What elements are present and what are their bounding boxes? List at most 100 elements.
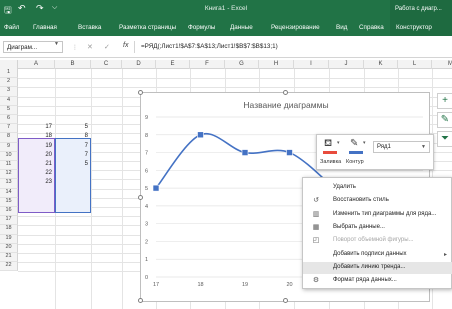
cell-a7[interactable]: 17: [18, 124, 55, 133]
tab-view[interactable]: Вид: [336, 24, 347, 31]
row-header[interactable]: 22: [0, 262, 18, 272]
row-header[interactable]: 8: [0, 133, 18, 143]
tab-data[interactable]: Данные: [230, 24, 253, 31]
column-header-l[interactable]: L: [398, 60, 432, 69]
title-bar: 🖫 ↶ ↷ ⌵ Книга1 - Excel Работа с диагр...: [0, 0, 452, 20]
column-header-j[interactable]: J: [329, 60, 364, 69]
cell-a8[interactable]: 18: [18, 133, 55, 142]
chart-elements-plus-icon[interactable]: +: [437, 93, 452, 109]
chart-filters-funnel-icon[interactable]: ⏷: [437, 131, 452, 147]
row-header[interactable]: 3: [0, 87, 18, 97]
menu-item-select-data[interactable]: ▦ Выбрать данные...: [303, 222, 452, 234]
tab-home[interactable]: Главная: [33, 24, 57, 31]
chart-styles-brush-icon[interactable]: ✎: [437, 112, 452, 128]
column-header-i[interactable]: I: [294, 60, 329, 69]
tab-page-layout[interactable]: Разметка страницы: [119, 24, 176, 31]
column-header-m[interactable]: M: [432, 60, 452, 69]
menu-item-reset-style[interactable]: ↺ Восстановить стиль: [303, 195, 452, 207]
row-header[interactable]: 2: [0, 78, 18, 88]
row-header[interactable]: 11: [0, 161, 18, 171]
row-header[interactable]: 7: [0, 124, 18, 134]
row-header[interactable]: 19: [0, 234, 18, 244]
row-header[interactable]: 17: [0, 216, 18, 226]
resize-handle[interactable]: [283, 90, 288, 95]
row-header[interactable]: 21: [0, 253, 18, 263]
menu-item-label: Формат ряда данных...: [333, 277, 397, 284]
row-header[interactable]: 5: [0, 105, 18, 115]
chart-title[interactable]: Название диаграммы: [243, 100, 328, 110]
row-header[interactable]: 13: [0, 179, 18, 189]
data-point[interactable]: [152, 184, 160, 192]
cell-a10[interactable]: 20: [18, 152, 55, 161]
row-header[interactable]: 14: [0, 188, 18, 198]
row-header[interactable]: 6: [0, 115, 18, 125]
cell-b9[interactable]: 7: [55, 143, 91, 152]
add-data-labels-icon: [311, 250, 321, 260]
cell-b10[interactable]: 7: [55, 152, 91, 161]
row-header[interactable]: 16: [0, 207, 18, 217]
row-header[interactable]: 12: [0, 170, 18, 180]
resize-handle[interactable]: [138, 90, 143, 95]
change-chart-type-icon: ▥: [312, 210, 320, 218]
insert-function-icon[interactable]: fx: [123, 42, 128, 49]
cell-a12[interactable]: 22: [18, 170, 55, 179]
cell-b7[interactable]: 5: [55, 124, 91, 133]
column-header-b[interactable]: B: [55, 60, 91, 69]
fill-button[interactable]: ⛾ ▾: [321, 138, 341, 158]
cell-b11[interactable]: 5: [55, 161, 91, 170]
enter-icon[interactable]: ✓: [104, 43, 110, 51]
row-header[interactable]: 4: [0, 96, 18, 106]
row-header[interactable]: 9: [0, 142, 18, 152]
row-header[interactable]: 20: [0, 243, 18, 253]
column-header-a[interactable]: A: [18, 60, 55, 69]
chevron-down-icon[interactable]: ▾: [363, 140, 366, 146]
menu-item-label: Поворот объемной фигуры...: [333, 237, 414, 244]
column-header-k[interactable]: K: [364, 60, 398, 69]
chevron-down-icon[interactable]: ▼: [421, 144, 426, 150]
row-gridline: [18, 87, 452, 89]
submenu-arrow-icon: ▸: [443, 251, 447, 258]
row-header[interactable]: 10: [0, 151, 18, 161]
resize-handle[interactable]: [283, 298, 288, 303]
fill-label: Заливка: [320, 159, 342, 165]
tab-formulas[interactable]: Формулы: [188, 24, 215, 31]
menu-item-add-trendline[interactable]: Добавить линию тренда...: [303, 261, 452, 274]
data-point[interactable]: [241, 149, 249, 156]
outline-color-swatch: [349, 151, 363, 154]
cell-b8[interactable]: 8: [55, 133, 91, 142]
column-header-e[interactable]: E: [156, 60, 190, 69]
series-select[interactable]: Ряд1 ▼: [373, 141, 430, 153]
cancel-icon[interactable]: ✕: [87, 43, 93, 51]
tab-review[interactable]: Рецензирование: [271, 24, 320, 31]
column-header-f[interactable]: F: [190, 60, 225, 69]
column-header-g[interactable]: G: [225, 60, 259, 69]
column-header-d[interactable]: D: [122, 60, 156, 69]
menu-item-change-chart-type[interactable]: ▥ Изменить тип диаграммы для ряда...: [303, 209, 452, 221]
data-point[interactable]: [286, 149, 293, 156]
column-header-h[interactable]: H: [259, 60, 294, 69]
resize-handle[interactable]: [138, 298, 143, 303]
data-point[interactable]: [197, 131, 204, 139]
formula-bar: Диаграм... ▼ ⋮ ✕ ✓ fx =РЯД(;Лист1!$A$7:$…: [0, 36, 452, 58]
row-header[interactable]: 18: [0, 225, 18, 235]
resize-handle[interactable]: [138, 195, 143, 200]
name-box-dropdown-icon[interactable]: ▼: [54, 41, 59, 47]
column-header-c[interactable]: C: [91, 60, 122, 69]
outline-button[interactable]: ✎ ▾: [347, 138, 367, 158]
menu-item-delete[interactable]: Удалить: [303, 182, 452, 194]
row-header[interactable]: 1: [0, 69, 18, 79]
menu-item-format-data-series[interactable]: ⚙ Формат ряда данных...: [303, 275, 452, 287]
cell-a11[interactable]: 21: [18, 161, 55, 170]
y-tick-label: 7: [145, 151, 148, 157]
row-header[interactable]: 15: [0, 197, 18, 207]
cell-a13[interactable]: 23: [18, 179, 55, 188]
menu-item-add-data-labels[interactable]: Добавить подписи данных ▸: [303, 249, 452, 261]
tab-design[interactable]: Конструктор: [390, 20, 452, 36]
cell-a9[interactable]: 19: [18, 143, 55, 152]
tab-help[interactable]: Справка: [359, 24, 384, 31]
tab-file[interactable]: Файл: [4, 24, 19, 31]
formula-input[interactable]: =РЯД(;Лист1!$A$7:$A$13;Лист1!$B$7:$B$13;…: [134, 41, 452, 53]
tab-insert[interactable]: Вставка: [78, 24, 101, 31]
select-all-corner[interactable]: [0, 60, 18, 69]
chevron-down-icon[interactable]: ▾: [337, 140, 340, 146]
